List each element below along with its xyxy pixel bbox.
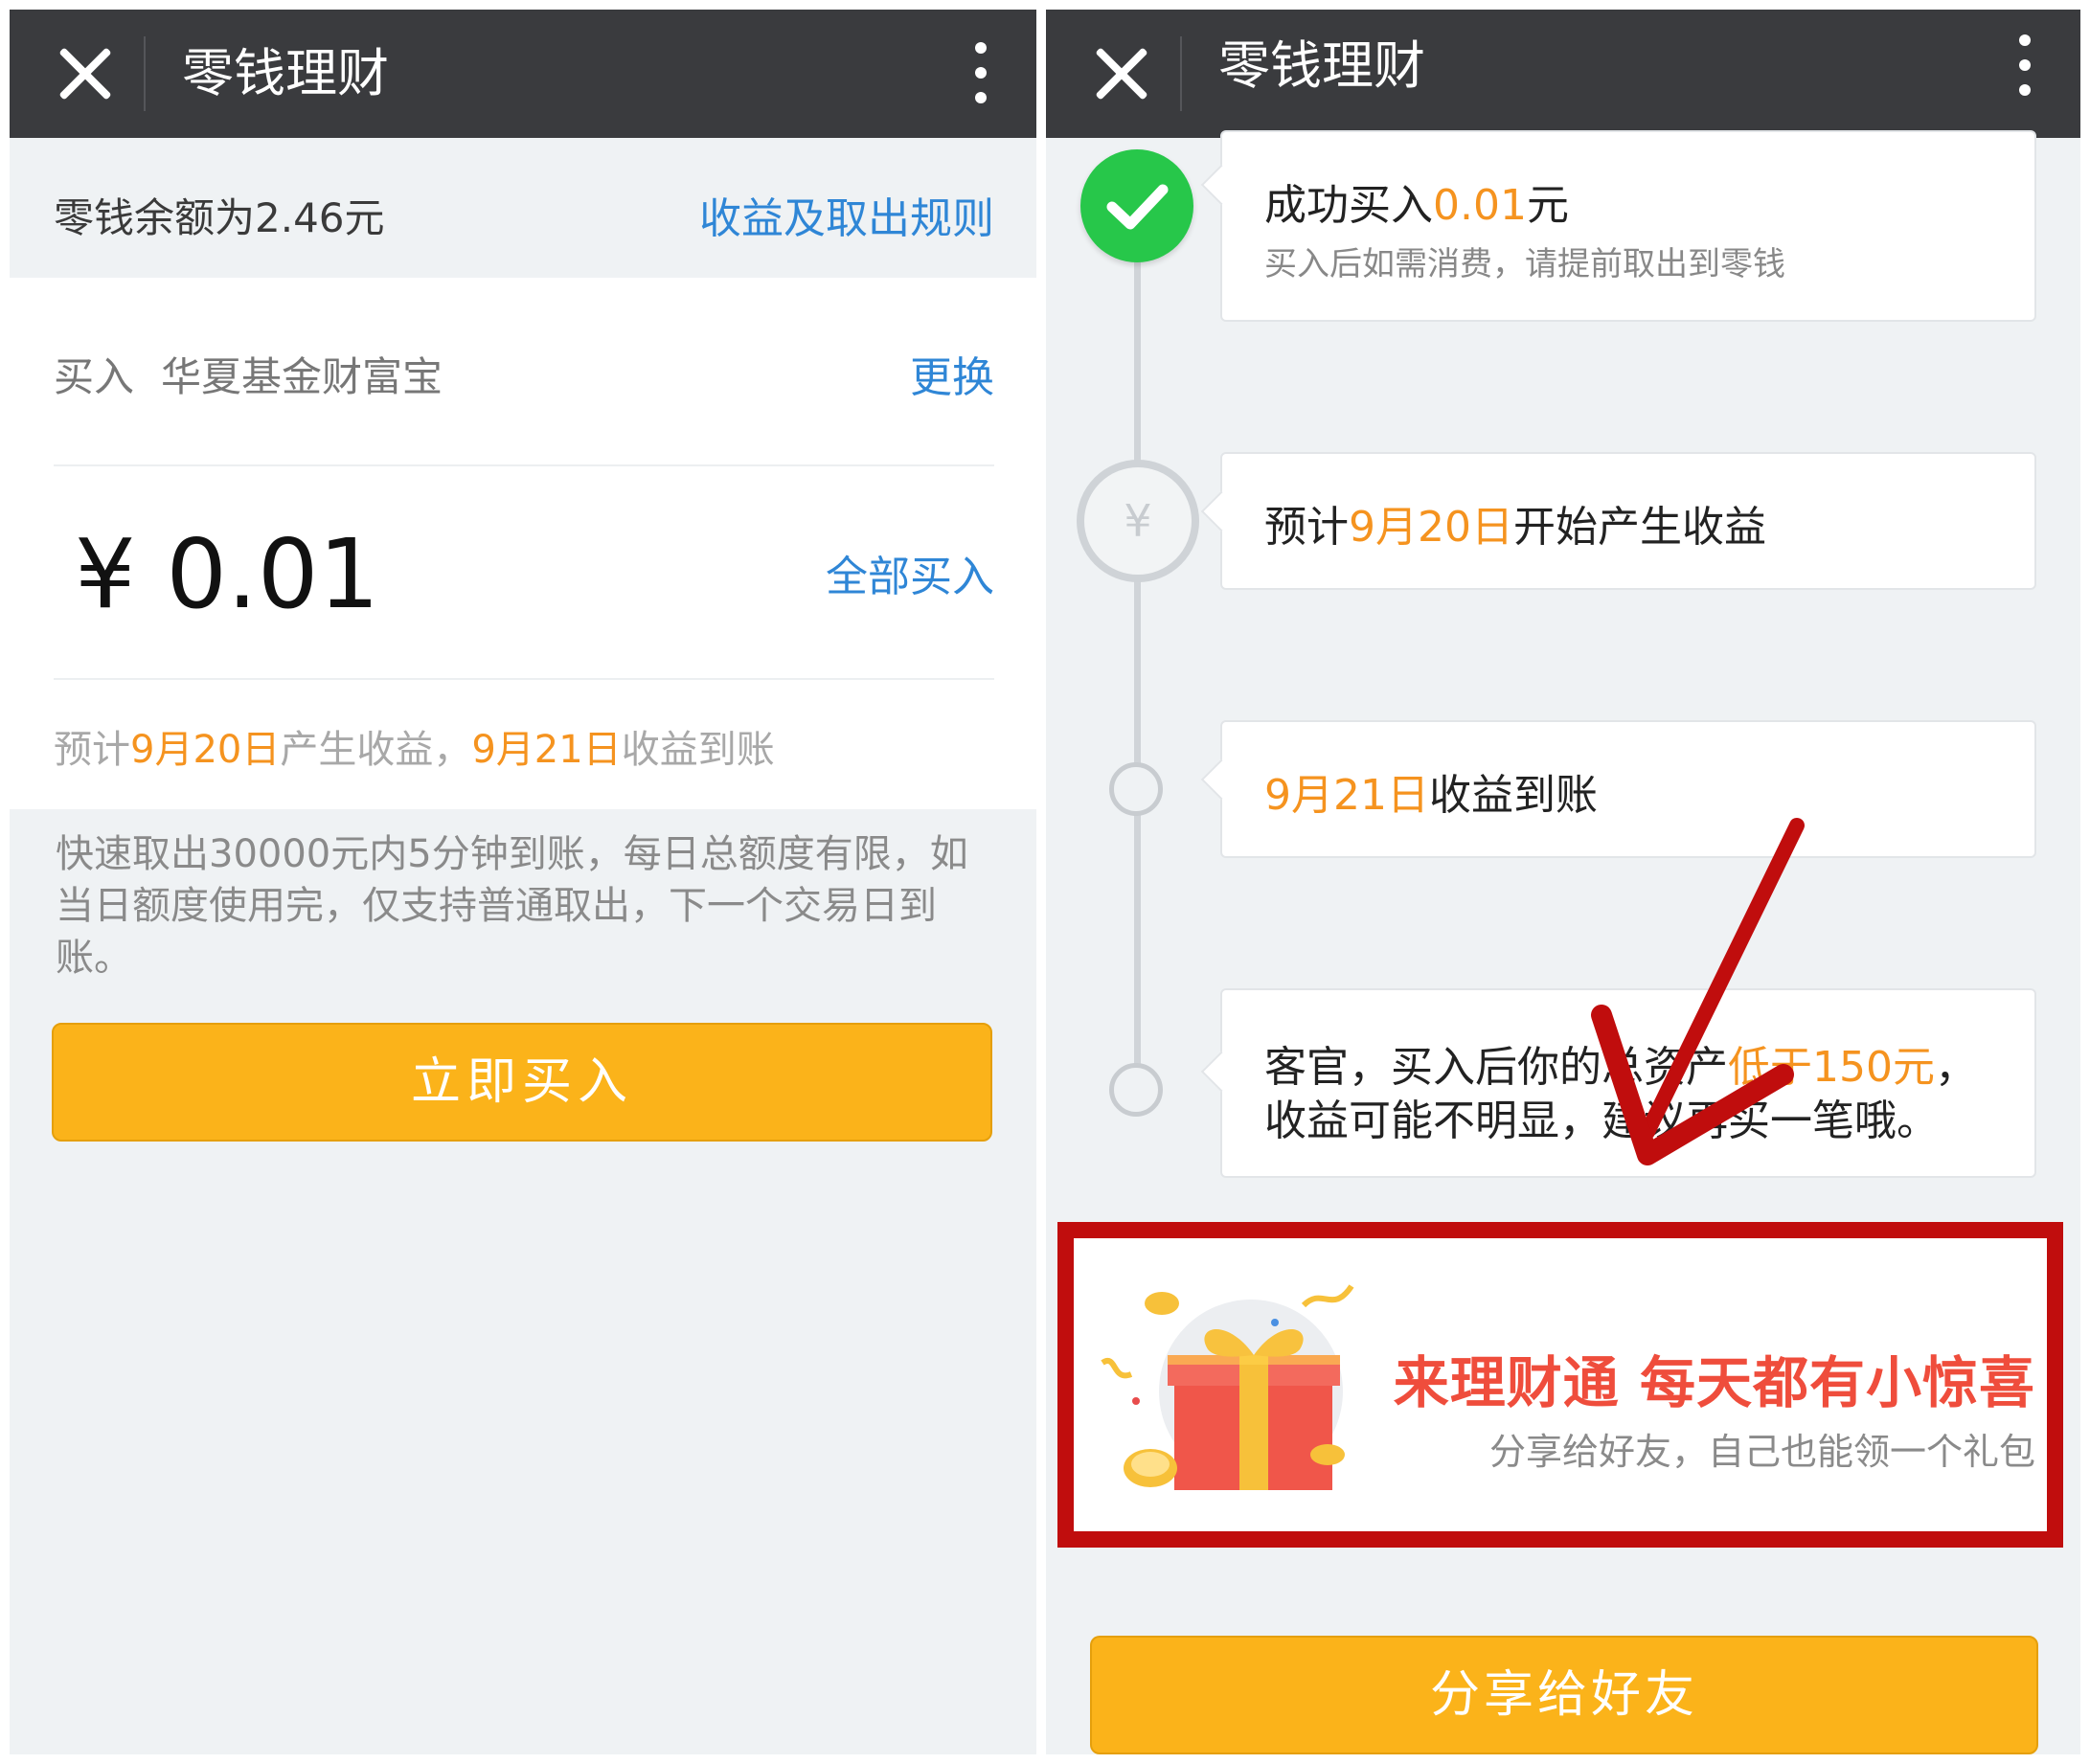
divider	[54, 678, 994, 680]
step-text: 预计	[1264, 503, 1349, 552]
page-title: 零钱理财	[182, 43, 389, 103]
step-text: 元	[1526, 181, 1569, 230]
tip-text: ，	[1934, 1043, 1977, 1092]
rules-link[interactable]: 收益及取出规则	[699, 184, 994, 245]
step-subtitle: 买入后如需消费，请提前取出到零钱	[1264, 245, 1785, 283]
promo-banner[interactable]: 来理财通 每天都有小惊喜 分享给好友，自己也能领一个礼包	[1057, 1222, 2063, 1548]
more-icon[interactable]	[2019, 34, 2033, 98]
step-title: 9月21日收益到账	[1264, 760, 1598, 822]
more-icon[interactable]	[975, 42, 988, 105]
promo-title: 来理财通 每天都有小惊喜	[1393, 1350, 2035, 1415]
close-icon[interactable]	[1088, 40, 1155, 107]
purchase-screen: 零钱理财 零钱余额为2.46元 收益及取出规则 买入 华夏基金财富宝 更换 ¥ …	[10, 10, 1036, 1754]
earnings-date: 9月20日	[1349, 503, 1513, 552]
divider	[54, 464, 994, 466]
asset-threshold: 低于150元	[1728, 1043, 1935, 1092]
step-text: 开始产生收益	[1512, 503, 1766, 552]
step-purchase-success: 成功买入0.01元 买入后如需消费，请提前取出到零钱	[1220, 130, 2036, 322]
withdraw-note: 快速取出30000元内5分钟到账，每日总额度有限，如当日额度使用完，仅支持普通取…	[56, 832, 968, 980]
purchase-amount: 0.01	[1433, 181, 1527, 230]
tip-text: 客官，买入后你的总资产	[1264, 1043, 1728, 1092]
purchase-form: 买入 华夏基金财富宝 更换 ¥ 0.01 全部买入 预计9月20日产生收益，9月…	[10, 278, 1036, 809]
tip-line: 客官，买入后你的总资产低于150元，	[1264, 1032, 1977, 1094]
close-icon[interactable]	[52, 40, 119, 107]
purchase-result-screen: 零钱理财 成功买入0.01元 买入后如需消费，请提前取出到零钱 ¥ 预计9月20…	[1046, 10, 2080, 1754]
earnings-estimate: 预计9月20日产生收益，9月21日收益到账	[54, 718, 775, 774]
step-earnings-start: 预计9月20日开始产生收益	[1220, 452, 2036, 590]
step-title: 成功买入0.01元	[1264, 170, 1569, 232]
title-divider	[1180, 36, 1182, 111]
balance-text: 零钱余额为2.46元	[54, 194, 385, 241]
estimate-text: 产生收益，	[280, 728, 472, 772]
promo-subtitle: 分享给好友，自己也能领一个礼包	[1488, 1431, 2035, 1473]
step-text: 成功买入	[1264, 181, 1433, 230]
estimate-date: 9月20日	[130, 728, 281, 772]
yen-icon: ¥	[1077, 460, 1199, 582]
title-bar: 零钱理财	[1046, 10, 2080, 138]
tip-line: 收益可能不明显，建议再买一笔哦。	[1264, 1097, 1939, 1145]
buy-now-button[interactable]: 立即买入	[52, 1023, 992, 1142]
timeline-node	[1109, 1063, 1163, 1117]
step-title: 预计9月20日开始产生收益	[1264, 492, 1766, 554]
gift-icon	[1101, 1284, 1354, 1490]
share-button[interactable]: 分享给好友	[1090, 1636, 2038, 1754]
page-title: 零钱理财	[1218, 35, 1425, 96]
amount-input[interactable]: ¥ 0.01	[75, 517, 379, 632]
step-low-asset-tip: 客官，买入后你的总资产低于150元， 收益可能不明显，建议再买一笔哦。	[1220, 988, 2036, 1178]
estimate-text: 预计	[54, 728, 130, 772]
title-divider	[144, 36, 146, 111]
buy-label: 买入	[54, 353, 135, 400]
arrival-date: 9月21日	[1264, 771, 1429, 820]
arrival-date: 9月21日	[471, 728, 622, 772]
change-fund-link[interactable]: 更换	[910, 343, 994, 404]
timeline-node	[1109, 762, 1163, 816]
buy-all-link[interactable]: 全部买入	[826, 542, 994, 603]
timeline-line	[1134, 153, 1141, 1101]
fund-name: 华夏基金财富宝	[161, 353, 443, 400]
step-earnings-arrival: 9月21日收益到账	[1220, 720, 2036, 858]
estimate-text: 收益到账	[621, 728, 775, 772]
title-bar: 零钱理财	[10, 10, 1036, 138]
check-icon	[1080, 149, 1193, 262]
balance-row: 零钱余额为2.46元 收益及取出规则	[10, 138, 1036, 278]
step-text: 收益到账	[1428, 771, 1598, 820]
